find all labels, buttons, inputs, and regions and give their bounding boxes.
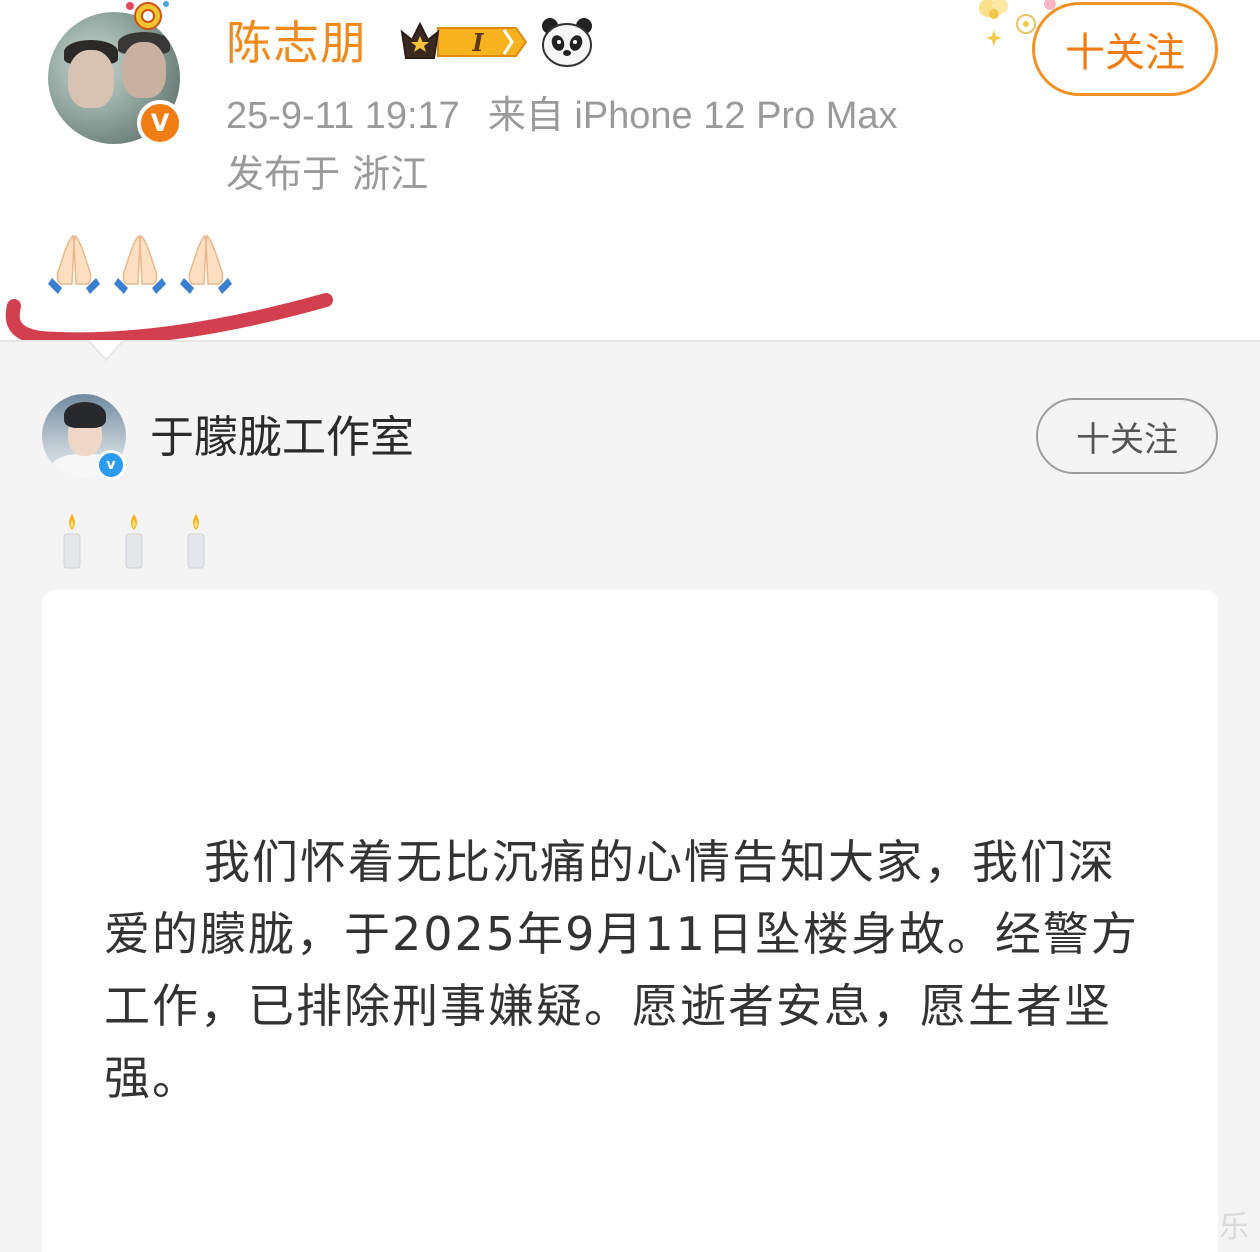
repost-author-name[interactable]: 于朦胧工作室	[150, 410, 414, 466]
post-source: 来自 iPhone 12 Pro Max	[487, 95, 898, 137]
avatar-face-right	[122, 42, 166, 98]
post-timestamp: 25-9-11 19:17	[226, 95, 460, 137]
statement-text: 我们怀着无比沉痛的心情告知大家，我们深爱的朦胧，于2025年9月11日坠楼身故。…	[104, 835, 1139, 1105]
repost-pointer	[88, 340, 124, 362]
vip-crown-badge-icon: I	[400, 21, 528, 59]
statement-image[interactable]: 我们怀着无比沉痛的心情告知大家，我们深爱的朦胧，于2025年9月11日坠楼身故。…	[42, 590, 1218, 1252]
reposted-weibo[interactable]: v 于朦胧工作室 十关注 我们怀着无比沉痛的心情告知大家，我们深爱的朦胧，于20…	[0, 340, 1260, 1252]
candle-icon	[125, 514, 143, 569]
follow-button[interactable]: 十关注	[1032, 2, 1218, 96]
original-post: V 陈志朋 I 25-9-11 19:17 来自 iPhone 12 Pro Ma…	[0, 0, 1260, 347]
post-meta: 25-9-11 19:17 来自 iPhone 12 Pro Max	[226, 94, 898, 138]
panda-icon	[542, 18, 592, 67]
repost-content-emoji	[58, 512, 210, 572]
avatar-hair	[64, 402, 106, 428]
watermark: 乐	[1219, 1210, 1249, 1245]
verified-badge: V	[137, 100, 183, 146]
avatar-pendant-icon	[126, 1, 169, 30]
verified-badge: v	[96, 450, 126, 480]
avatar-face-left	[68, 50, 114, 108]
post-location: 发布于 浙江	[226, 152, 429, 196]
candle-icon	[63, 514, 81, 569]
author-name[interactable]: 陈志朋	[226, 14, 367, 72]
candle-icon	[187, 514, 205, 569]
repost-follow-button[interactable]: 十关注	[1036, 398, 1218, 474]
svg-text:I: I	[471, 28, 484, 57]
